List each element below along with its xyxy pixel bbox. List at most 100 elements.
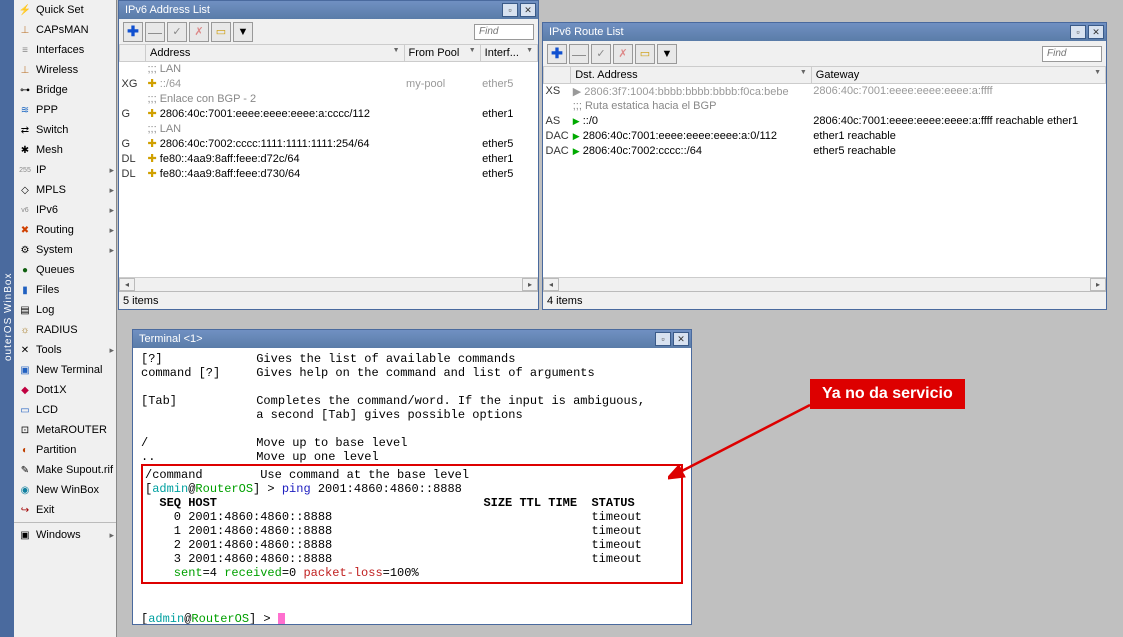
sidebar-item-partition[interactable]: ◐Partition bbox=[14, 440, 116, 460]
terminal-window: Terminal <1> ▫ ✕ [?] Gives the list of a… bbox=[132, 329, 692, 625]
sidebar-icon: ⇄ bbox=[18, 123, 32, 137]
sidebar-item-radius[interactable]: ☼RADIUS bbox=[14, 320, 116, 340]
disable-button[interactable]: ✗ bbox=[189, 22, 209, 42]
window-titlebar[interactable]: Terminal <1> ▫ ✕ bbox=[133, 330, 691, 348]
minimize-button[interactable]: ▫ bbox=[502, 3, 518, 17]
sidebar-item-quick-set[interactable]: ⚡Quick Set bbox=[14, 0, 116, 20]
sidebar-icon: ✖ bbox=[18, 223, 32, 237]
main-sidebar: ⚡Quick Set⊥CAPsMAN ≡ Interfaces ⊥Wireless ⊶ B… bbox=[14, 0, 117, 637]
sidebar-item-metarouter[interactable]: ⊡MetaROUTER bbox=[14, 420, 116, 440]
sidebar-label: RADIUS bbox=[36, 324, 78, 336]
table-row[interactable]: G✚ 2806:40c:7001:eeee:eeee:eeee:a:cccc/1… bbox=[120, 106, 538, 121]
sidebar-item-dot1x[interactable]: ◆Dot1X bbox=[14, 380, 116, 400]
sidebar-item-ipv6[interactable]: v6IPv6 bbox=[14, 200, 116, 220]
sidebar-item-wireless[interactable]: ⊥Wireless bbox=[14, 60, 116, 80]
table-row[interactable]: XG✚ ::/64my-poolether5 bbox=[120, 76, 538, 91]
sidebar-item-lcd[interactable]: ▭LCD bbox=[14, 400, 116, 420]
sidebar-icon: ✱ bbox=[18, 143, 32, 157]
comment-button[interactable]: ▭ bbox=[635, 44, 655, 64]
table-row[interactable]: XS▶ 2806:3f7:1004:bbbb:bbbb:bbbb:f0ca:be… bbox=[544, 83, 1106, 99]
sidebar-icon: ● bbox=[18, 263, 32, 277]
close-button[interactable]: ✕ bbox=[1088, 25, 1104, 39]
sidebar-item-system[interactable]: ⚙ System bbox=[14, 240, 116, 260]
sidebar-label: Make Supout.rif bbox=[36, 464, 113, 476]
terminal-output[interactable]: [?] Gives the list of available commands… bbox=[133, 348, 691, 624]
cursor bbox=[278, 613, 285, 624]
column-header[interactable]: Address bbox=[146, 45, 405, 61]
remove-button[interactable]: — bbox=[569, 44, 589, 64]
sidebar-item-bridge[interactable]: ⊶ Bridge bbox=[14, 80, 116, 100]
table-row[interactable]: DAC▶ 2806:40c:7002:cccc::/64ether5 reach… bbox=[544, 144, 1106, 159]
sidebar-item-switch[interactable]: ⇄Switch bbox=[14, 120, 116, 140]
sidebar-label: Bridge bbox=[36, 84, 68, 96]
sidebar-item-new-winbox[interactable]: ◉New WinBox bbox=[14, 480, 116, 500]
window-title: IPv6 Route List bbox=[549, 26, 624, 38]
column-header[interactable]: Interf... bbox=[480, 45, 537, 61]
sidebar-label: System bbox=[36, 244, 73, 256]
filter-button[interactable]: ▼ bbox=[657, 44, 677, 64]
sidebar-item-windows[interactable]: ▣Windows bbox=[14, 525, 116, 545]
route-grid[interactable]: Dst. AddressGatewayXS▶ 2806:3f7:1004:bbb… bbox=[543, 67, 1106, 277]
sidebar-icon: ⚙ bbox=[18, 243, 32, 257]
table-row[interactable]: DL✚ fe80::4aa9:8aff:feee:d72c/64ether1 bbox=[120, 151, 538, 166]
address-grid[interactable]: AddressFrom PoolInterf...;;; LANXG✚ ::/6… bbox=[119, 45, 538, 277]
enable-button[interactable]: ✓ bbox=[167, 22, 187, 42]
sidebar-label: Interfaces bbox=[36, 44, 84, 56]
sidebar-label: Tools bbox=[36, 344, 62, 356]
sidebar-item-queues[interactable]: ●Queues bbox=[14, 260, 116, 280]
horizontal-scrollbar[interactable] bbox=[119, 277, 538, 291]
disable-button[interactable]: ✗ bbox=[613, 44, 633, 64]
address-icon: ✚ bbox=[148, 138, 157, 150]
enable-button[interactable]: ✓ bbox=[591, 44, 611, 64]
sidebar-item-make-supout-rif[interactable]: ✎ Make Supout.rif bbox=[14, 460, 116, 480]
sidebar-icon: v6 bbox=[18, 203, 32, 217]
filter-button[interactable]: ▼ bbox=[233, 22, 253, 42]
horizontal-scrollbar[interactable] bbox=[543, 277, 1106, 291]
column-header[interactable] bbox=[544, 67, 571, 83]
sidebar-item-log[interactable]: ▤Log bbox=[14, 300, 116, 320]
sidebar-label: Files bbox=[36, 284, 59, 296]
sidebar-item-mesh[interactable]: ✱Mesh bbox=[14, 140, 116, 160]
sidebar-item-exit[interactable]: ↪Exit bbox=[14, 500, 116, 520]
sidebar-icon: ≡ bbox=[18, 43, 32, 57]
find-input[interactable] bbox=[474, 24, 534, 40]
column-header[interactable]: From Pool bbox=[404, 45, 480, 61]
column-header[interactable] bbox=[120, 45, 146, 61]
sidebar-item-mpls[interactable]: ◇MPLS bbox=[14, 180, 116, 200]
window-title: Terminal <1> bbox=[139, 333, 203, 345]
sidebar-item-new-terminal[interactable]: ▣New Terminal bbox=[14, 360, 116, 380]
minimize-button[interactable]: ▫ bbox=[655, 332, 671, 346]
window-titlebar[interactable]: IPv6 Route List ▫ ✕ bbox=[543, 23, 1106, 41]
find-input[interactable] bbox=[1042, 46, 1102, 62]
status-bar: 5 items bbox=[119, 291, 538, 309]
sidebar-icon: ✎ bbox=[18, 463, 32, 477]
remove-button[interactable]: — bbox=[145, 22, 165, 42]
sidebar-icon: ⊶ bbox=[18, 83, 32, 97]
sidebar-item-files[interactable]: ▮ Files bbox=[14, 280, 116, 300]
table-comment-row: ;;; LAN bbox=[120, 61, 538, 76]
table-row[interactable]: G✚ 2806:40c:7002:cccc:1111:1111:1111:254… bbox=[120, 136, 538, 151]
sidebar-item-tools[interactable]: ✕ Tools bbox=[14, 340, 116, 360]
sidebar-icon: ▮ bbox=[18, 283, 32, 297]
table-row[interactable]: AS▶ ::/02806:40c:7001:eeee:eeee:eeee:a:f… bbox=[544, 114, 1106, 129]
table-row[interactable]: DAC▶ 2806:40c:7001:eeee:eeee:eeee:a:0/11… bbox=[544, 129, 1106, 144]
sidebar-item-interfaces[interactable]: ≡ Interfaces bbox=[14, 40, 116, 60]
sidebar-item-routing[interactable]: ✖Routing bbox=[14, 220, 116, 240]
sidebar-icon: ✕ bbox=[18, 343, 32, 357]
add-button[interactable]: ✚ bbox=[123, 22, 143, 42]
add-button[interactable]: ✚ bbox=[547, 44, 567, 64]
sidebar-item-ppp[interactable]: ≋PPP bbox=[14, 100, 116, 120]
minimize-button[interactable]: ▫ bbox=[1070, 25, 1086, 39]
sidebar-item-capsman[interactable]: ⊥CAPsMAN bbox=[14, 20, 116, 40]
sidebar-icon: ≋ bbox=[18, 103, 32, 117]
column-header[interactable]: Dst. Address bbox=[571, 67, 812, 83]
address-icon: ✚ bbox=[148, 153, 157, 165]
column-header[interactable]: Gateway bbox=[811, 67, 1105, 83]
comment-button[interactable]: ▭ bbox=[211, 22, 231, 42]
sidebar-item-ip[interactable]: 255IP bbox=[14, 160, 116, 180]
table-row[interactable]: DL✚ fe80::4aa9:8aff:feee:d730/64ether5 bbox=[120, 166, 538, 181]
sidebar-label: Exit bbox=[36, 504, 54, 516]
window-titlebar[interactable]: IPv6 Address List ▫ ✕ bbox=[119, 1, 538, 19]
close-button[interactable]: ✕ bbox=[520, 3, 536, 17]
close-button[interactable]: ✕ bbox=[673, 332, 689, 346]
